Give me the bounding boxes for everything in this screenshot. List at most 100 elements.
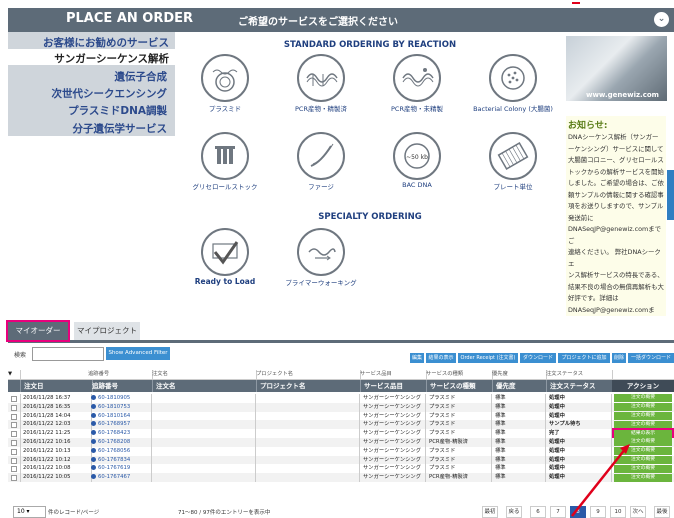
info-icon[interactable] (91, 395, 96, 400)
checkbox[interactable] (11, 396, 17, 402)
filter-order-name[interactable]: 注文名 (152, 370, 257, 379)
order-summary-button[interactable]: 注文の概要 (614, 411, 672, 420)
tab-my-orders[interactable]: マイオーダー (6, 320, 70, 342)
col-order-date[interactable]: 注文日 (20, 380, 93, 392)
sidebar-item-plasmid-prep[interactable]: プラスミドDNA調製 (68, 103, 167, 118)
info-icon[interactable] (91, 403, 96, 409)
col-order-name[interactable]: 注文名 (152, 380, 257, 392)
info-icon[interactable] (91, 439, 96, 444)
view-results-button[interactable]: 結果の表示 (426, 353, 456, 363)
filter-service[interactable]: サービス品目 (360, 370, 427, 379)
col-service[interactable]: サービス品目 (360, 380, 427, 392)
checkbox[interactable] (11, 422, 17, 429)
info-icon[interactable] (91, 465, 96, 471)
cell-tracking[interactable]: 60-1810164 (88, 411, 152, 421)
col-service-type[interactable]: サービスの種類 (426, 380, 493, 392)
filter-tracking[interactable]: 追跡番号 (88, 370, 153, 379)
per-page-select[interactable]: 10 ▾ (13, 506, 46, 518)
info-icon[interactable] (91, 474, 96, 480)
page-prev[interactable]: 戻る (506, 506, 522, 518)
product-pcr-unpurified[interactable]: PCR産物・未精製 (372, 54, 462, 113)
sidebar-item-recommended[interactable]: お客様にお勧めのサービス (43, 35, 169, 50)
sidebar-item-molecular-genetics[interactable]: 分子遺伝学サービス (73, 121, 168, 136)
edit-button[interactable]: 編集 (410, 353, 424, 363)
product-plasmid[interactable]: プラスミド (180, 54, 270, 113)
tracking-link[interactable]: 60-1768056 (98, 448, 130, 454)
filter-status[interactable]: 注文ステータス (546, 370, 613, 379)
page-7[interactable]: 7 (550, 506, 566, 518)
bulk-download-button[interactable]: 一括ダウンロード (628, 353, 674, 363)
page-6[interactable]: 6 (530, 506, 546, 518)
col-status[interactable]: 注文ステータス (546, 380, 613, 392)
info-icon[interactable] (91, 456, 96, 462)
sidebar-item-gene-synthesis[interactable]: 遺伝子合成 (115, 69, 168, 84)
tracking-link[interactable]: 60-1767619 (98, 465, 130, 471)
col-tracking[interactable]: 追跡番号 (88, 380, 153, 392)
checkbox[interactable] (11, 448, 17, 455)
checkbox[interactable] (11, 440, 17, 446)
cell-tracking[interactable]: 60-1768056 (88, 446, 152, 456)
tracking-link[interactable]: 60-1810753 (98, 404, 130, 410)
delete-button[interactable]: 削除 (612, 353, 626, 363)
cell-tracking[interactable]: 60-1768208 (88, 438, 152, 447)
product-phage[interactable]: ファージ (276, 132, 366, 191)
product-bacterial-colony[interactable]: Bacterial Colony (大腸菌) (468, 54, 558, 113)
checkbox[interactable] (11, 413, 17, 420)
table-row[interactable]: 2016/11/28 16:37 60-1810905 サンガーシーケンシング プラス… (8, 394, 674, 403)
order-summary-button[interactable]: 注文の概要 (614, 420, 672, 429)
chevron-down-icon[interactable]: ⌄ (654, 12, 669, 27)
cell-tracking[interactable]: 60-1767467 (88, 473, 152, 482)
search-input[interactable] (32, 347, 104, 361)
checkbox[interactable] (11, 466, 17, 473)
tracking-link[interactable]: 60-1810905 (98, 395, 130, 401)
info-icon[interactable] (91, 447, 96, 453)
product-plate[interactable]: プレート単位 (468, 132, 558, 191)
show-advanced-filter-button[interactable]: Show Advanced Filter (106, 347, 170, 360)
cell-tracking[interactable]: 60-1767619 (88, 464, 152, 474)
table-row[interactable]: 2016/11/22 12:03 60-1768957 サンガーシーケンシング プラス… (8, 420, 674, 430)
page-first[interactable]: 最初 (482, 506, 498, 518)
tracking-link[interactable]: 60-1767467 (98, 474, 130, 480)
table-row[interactable]: 2016/11/22 11:25 60-1768423 サンガーシーケンシング プラス… (8, 427, 674, 440)
cell-tracking[interactable]: 60-1768423 (88, 429, 152, 438)
tracking-link[interactable]: 60-1767834 (98, 457, 130, 463)
product-pcr-purified[interactable]: PCR産物・精製済 (276, 54, 366, 113)
download-button[interactable]: ダウンロード (520, 353, 556, 363)
product-bac-dna[interactable]: ~50 kb BAC DNA (372, 132, 462, 189)
info-icon[interactable] (91, 412, 96, 418)
sidebar-item-sanger[interactable]: サンガーシーケンス解析 (54, 51, 169, 66)
filter-priority[interactable]: 優先度 (492, 370, 547, 379)
checkbox[interactable] (11, 431, 17, 438)
info-icon[interactable] (91, 421, 96, 427)
tracking-link[interactable]: 60-1768423 (98, 430, 130, 436)
cell-tracking[interactable]: 60-1767834 (88, 455, 152, 465)
product-primer-walking[interactable]: プライマーウォーキング (276, 228, 366, 287)
checkbox[interactable] (11, 404, 17, 411)
info-icon[interactable] (91, 430, 96, 436)
checkbox[interactable] (11, 475, 17, 482)
col-priority[interactable]: 優先度 (492, 380, 547, 392)
filter-service-type[interactable]: サービスの種類 (426, 370, 493, 379)
tracking-link[interactable]: 60-1810164 (98, 413, 130, 419)
product-ready-to-load[interactable]: Ready to Load (180, 228, 270, 286)
col-project[interactable]: プロジェクト名 (256, 380, 361, 392)
table-row[interactable]: 2016/11/28 16:35 60-1810753 サンガーシーケンシング プラス… (8, 402, 674, 412)
tab-my-projects[interactable]: マイプロジェクト (74, 322, 140, 340)
product-glycerol-stock[interactable]: グリセロールストック (180, 132, 270, 191)
cell-tracking[interactable]: 60-1810905 (88, 394, 152, 403)
table-row[interactable]: 2016/11/28 14:04 60-1810164 サンガーシーケンシング プラス… (8, 411, 674, 421)
cell-tracking[interactable]: 60-1768957 (88, 420, 152, 430)
order-receipt-button[interactable]: Order Receipt (注文書) (458, 353, 518, 363)
filter-icon[interactable]: ▼ (8, 370, 21, 379)
feedback-side-tab[interactable] (667, 170, 674, 220)
filter-project[interactable]: プロジェクト名 (256, 370, 361, 379)
add-to-project-button[interactable]: プロジェクトに追加 (558, 353, 610, 363)
order-summary-button[interactable]: 注文の概要 (614, 403, 672, 412)
tracking-link[interactable]: 60-1768208 (98, 439, 130, 445)
checkbox[interactable] (11, 457, 17, 464)
view-results-row-button[interactable]: 結果の表示 (612, 427, 674, 440)
sidebar-item-ngs[interactable]: 次世代シークエンシング (52, 86, 168, 101)
order-summary-button[interactable]: 注文の概要 (614, 394, 672, 403)
cell-tracking[interactable]: 60-1810753 (88, 402, 152, 412)
tracking-link[interactable]: 60-1768957 (98, 421, 130, 427)
